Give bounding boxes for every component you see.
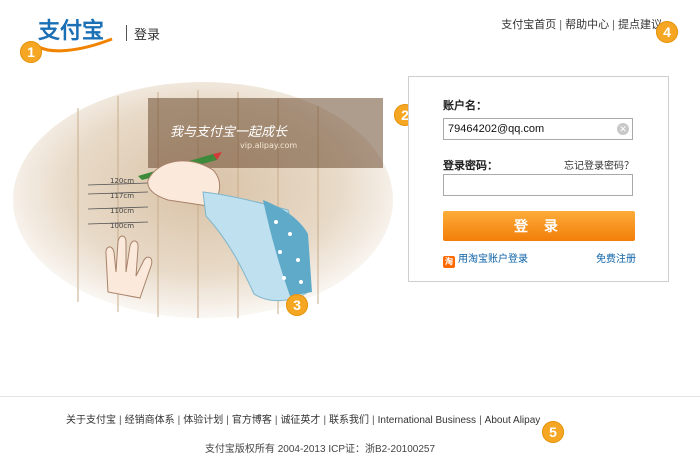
- footer-link-international[interactable]: International Business: [378, 415, 476, 426]
- svg-text:支付宝: 支付宝: [38, 18, 104, 44]
- footer-separator: |: [372, 415, 375, 426]
- footer-separator: |: [226, 415, 229, 426]
- footer-link-dealer[interactable]: 经销商体系: [125, 415, 175, 426]
- register-link[interactable]: 免费注册: [596, 250, 636, 265]
- height-mark: 110cm: [110, 207, 134, 215]
- annotation-badge: 4: [656, 21, 678, 43]
- nav-alipay-home[interactable]: 支付宝首页: [501, 19, 556, 31]
- annotation-badge: 1: [20, 41, 42, 63]
- taobao-icon: 淘: [443, 256, 455, 268]
- footer-separator: |: [274, 415, 278, 426]
- password-input[interactable]: [443, 174, 633, 196]
- illustration-url: vip.alipay.com: [240, 141, 297, 150]
- footer-separator: |: [479, 415, 482, 426]
- illustration-caption: 我与支付宝一起成长: [170, 124, 288, 140]
- growth-illustration: 我与支付宝一起成长 vip.alipay.com 120cm 117cm 110…: [8, 82, 394, 328]
- alipay-logo[interactable]: 支付宝: [36, 16, 118, 56]
- footer-divider: [0, 396, 700, 397]
- nav-separator: |: [559, 19, 563, 31]
- footer-link-blog[interactable]: 官方博客: [232, 415, 272, 426]
- account-label: 账户名：: [443, 100, 487, 112]
- account-input[interactable]: [443, 118, 633, 140]
- footer-link-about[interactable]: 关于支付宝: [66, 415, 116, 426]
- footer-link-contact[interactable]: 联系我们: [329, 415, 369, 426]
- login-panel: 账户名： ✕ 登录密码： 忘记登录密码？ 登 录 淘用淘宝账户登录 免费注册: [408, 76, 669, 282]
- forgot-password-link[interactable]: 忘记登录密码？: [564, 157, 634, 172]
- footer-separator: |: [119, 415, 122, 426]
- height-mark: 120cm: [110, 177, 134, 185]
- height-mark: 100cm: [110, 222, 134, 230]
- footer-link-about-alipay[interactable]: About Alipay: [485, 415, 541, 426]
- nav-separator: |: [612, 19, 615, 31]
- taobao-login-link[interactable]: 淘用淘宝账户登录: [443, 250, 528, 268]
- top-navigation: 支付宝首页 | 帮助中心 | 提点建议: [501, 16, 662, 32]
- page-title: 登录: [134, 27, 161, 42]
- password-label: 登录密码：: [443, 160, 498, 172]
- footer-links: 关于支付宝 | 经销商体系 | 体验计划 | 官方博客 | 诚征英才 | 联系我们 | Internat…: [66, 411, 540, 426]
- login-button[interactable]: 登 录: [443, 211, 635, 241]
- copyright-text: 支付宝版权所有 2004-2013 ICP证：浙B2-20100257: [204, 444, 436, 455]
- nav-help-center[interactable]: 帮助中心: [565, 19, 609, 31]
- footer-separator: |: [323, 415, 327, 426]
- clear-icon[interactable]: ✕: [617, 123, 629, 135]
- footer-link-careers[interactable]: 诚征英才: [280, 415, 320, 426]
- annotation-badge: 3: [286, 294, 308, 316]
- header-divider: [126, 25, 127, 41]
- taobao-login-label: 用淘宝账户登录: [458, 254, 528, 265]
- footer-separator: |: [177, 415, 181, 426]
- footer-link-experience[interactable]: 体验计划: [183, 415, 223, 426]
- height-mark: 117cm: [110, 192, 134, 200]
